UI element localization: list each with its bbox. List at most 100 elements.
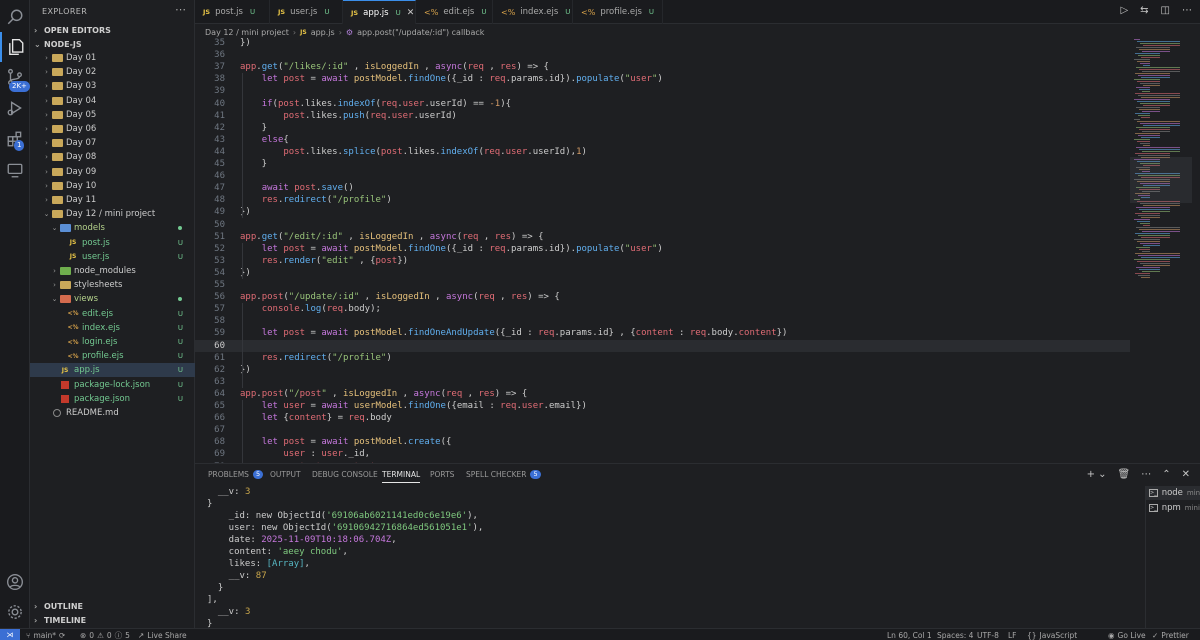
tree-item[interactable]: › Day 01 xyxy=(30,51,195,65)
code-line[interactable]: 39 xyxy=(195,85,1130,97)
terminal-instance[interactable]: >_npmmini... xyxy=(1146,501,1200,515)
code-line[interactable]: 52 let post = await postModel.findOne({_… xyxy=(195,243,1130,255)
tree-item[interactable]: › Day 10 xyxy=(30,179,195,193)
code-line[interactable]: 56 app.post("/update/:id" , isLoggedIn , … xyxy=(195,291,1130,303)
search-icon[interactable] xyxy=(0,2,30,32)
account-icon[interactable] xyxy=(0,567,30,597)
tree-item[interactable]: › Day 03 xyxy=(30,79,195,93)
encoding[interactable]: UTF-8 xyxy=(977,629,999,640)
code-line[interactable]: 67 xyxy=(195,424,1130,436)
breadcrumb-file[interactable]: app.js xyxy=(311,28,335,37)
code-line[interactable]: 36 xyxy=(195,49,1130,61)
tree-item[interactable]: › Day 04 xyxy=(30,94,195,108)
code-line[interactable]: 54}) xyxy=(195,267,1130,279)
workspace-section[interactable]: ⌄ NODE-JS xyxy=(30,37,195,51)
tree-item[interactable]: <% profile.ejs U xyxy=(30,349,195,363)
maximize-panel-icon[interactable]: ⌃ xyxy=(1162,469,1170,480)
kill-terminal-icon[interactable]: 🗑 xyxy=(1118,469,1131,480)
more-icon[interactable]: ⋯ xyxy=(1182,5,1192,16)
editor-scrollbar[interactable] xyxy=(1192,37,1200,463)
code-line[interactable]: 49}) xyxy=(195,206,1130,218)
terminal-output[interactable]: __v: 3} _id: new ObjectId('69106ab602114… xyxy=(195,486,1145,628)
code-line[interactable]: 58 xyxy=(195,315,1130,327)
tab-app-js[interactable]: JS app.js U ✕ xyxy=(343,0,416,24)
tree-item[interactable]: <% edit.ejs U xyxy=(30,307,195,321)
explorer-icon[interactable] xyxy=(0,32,30,62)
open-editors-section[interactable]: › OPEN EDITORS xyxy=(30,23,195,37)
tab-post-js[interactable]: JS post.js U xyxy=(195,0,270,24)
code-line[interactable]: 63 xyxy=(195,376,1130,388)
go-live-button[interactable]: ◉ Go Live xyxy=(1108,629,1146,640)
code-line[interactable]: 41 post.likes.push(req.user.userId) xyxy=(195,110,1130,122)
run-icon[interactable]: ▷ xyxy=(1120,5,1128,16)
remote-indicator-icon[interactable]: ⋊ xyxy=(0,629,20,640)
tree-item[interactable]: package-lock.json U xyxy=(30,378,195,392)
tree-item[interactable]: › Day 07 xyxy=(30,136,195,150)
more-icon[interactable]: ⋯ xyxy=(1141,469,1151,480)
minimap[interactable] xyxy=(1130,37,1192,463)
prettier-indicator[interactable]: ✓ Prettier xyxy=(1152,629,1189,640)
code-editor[interactable]: 35}) 36 37 app.get("/likes/:id" , isLoggedI… xyxy=(195,37,1130,463)
cursor-position[interactable]: Ln 60, Col 1 xyxy=(887,629,932,640)
more-actions-icon[interactable]: ⋯ xyxy=(175,3,186,16)
code-line[interactable]: 44 post.likes.splice(post.likes.indexOf(… xyxy=(195,146,1130,158)
breadcrumb-symbol[interactable]: app.post("/update/:id") callback xyxy=(357,28,484,37)
code-line[interactable]: 47 await post.save() xyxy=(195,182,1130,194)
tree-item[interactable]: › Day 05 xyxy=(30,108,195,122)
code-line[interactable]: 51 app.get("/edit/:id" , isLoggedIn , asy… xyxy=(195,231,1130,243)
code-line[interactable]: 50 xyxy=(195,219,1130,231)
code-line[interactable]: 57 console.log(req.body); xyxy=(195,303,1130,315)
code-line[interactable]: 69 user : user._id, xyxy=(195,448,1130,460)
code-line[interactable]: 60 xyxy=(195,339,1130,352)
code-line[interactable]: 42 } xyxy=(195,122,1130,134)
end-of-line[interactable]: LF xyxy=(1008,629,1017,640)
run-debug-icon[interactable] xyxy=(0,93,30,123)
code-line[interactable]: 61 res.redirect("/profile") xyxy=(195,352,1130,364)
tree-item[interactable]: README.md xyxy=(30,406,195,420)
tree-item[interactable]: › Day 11 xyxy=(30,193,195,207)
code-line[interactable]: 64 app.post("/post" , isLoggedIn , async(… xyxy=(195,388,1130,400)
code-line[interactable]: 53 res.render("edit" , {post}) xyxy=(195,255,1130,267)
tab-user-js[interactable]: JS user.js U xyxy=(270,0,343,24)
code-line[interactable]: 45 } xyxy=(195,158,1130,170)
extensions-icon[interactable]: 1 xyxy=(0,124,30,154)
indentation[interactable]: Spaces: 4 xyxy=(937,629,973,640)
tree-item[interactable]: ⌄ views xyxy=(30,292,195,306)
compare-icon[interactable]: ⇆ xyxy=(1140,5,1148,16)
close-tab-icon[interactable]: ✕ xyxy=(407,8,415,18)
panel-tab-ports[interactable]: PORTS xyxy=(430,470,454,479)
tree-item[interactable]: › stylesheets xyxy=(30,278,195,292)
tab-index-ejs[interactable]: <% index.ejs U xyxy=(493,0,573,24)
outline-section[interactable]: › OUTLINE xyxy=(30,599,195,613)
timeline-section[interactable]: › TIMELINE xyxy=(30,613,195,627)
tab-profile-ejs[interactable]: <% profile.ejs U xyxy=(573,0,663,24)
code-line[interactable]: 48 res.redirect("/profile") xyxy=(195,194,1130,206)
code-line[interactable]: 46 xyxy=(195,170,1130,182)
panel-tab-debug-console[interactable]: DEBUG CONSOLE xyxy=(312,470,378,479)
code-line[interactable]: 37 app.get("/likes/:id" , isLoggedIn , as… xyxy=(195,61,1130,73)
code-line[interactable]: 59 let post = await postModel.findOneAnd… xyxy=(195,327,1130,339)
live-share-button[interactable]: ↗ Live Share xyxy=(138,629,187,640)
remote-explorer-icon[interactable] xyxy=(0,155,30,185)
language-mode[interactable]: {} JavaScript xyxy=(1027,629,1077,640)
panel-tab-spell-checker[interactable]: SPELL CHECKER 5 xyxy=(466,470,541,479)
code-line[interactable]: 62}) xyxy=(195,364,1130,376)
manage-gear-icon[interactable] xyxy=(0,597,30,627)
panel-tab-output[interactable]: OUTPUT xyxy=(270,470,301,479)
tree-item[interactable]: › node_modules xyxy=(30,264,195,278)
tree-item[interactable]: JS post.js U xyxy=(30,236,195,250)
tree-item[interactable]: › Day 02 xyxy=(30,65,195,79)
tree-item[interactable]: package.json U xyxy=(30,392,195,406)
tree-item[interactable]: ⌄ Day 12 / mini project xyxy=(30,207,195,221)
panel-tab-terminal[interactable]: TERMINAL xyxy=(382,470,421,483)
tree-item[interactable]: › Day 09 xyxy=(30,165,195,179)
tree-item[interactable]: JS app.js U xyxy=(30,363,195,378)
tab-edit-ejs[interactable]: <% edit.ejs U xyxy=(416,0,493,24)
tree-item[interactable]: › Day 08 xyxy=(30,150,195,164)
code-line[interactable]: 35}) xyxy=(195,37,1130,49)
code-line[interactable]: 40 if(post.likes.indexOf(req.user.userId… xyxy=(195,98,1130,110)
branch-indicator[interactable]: ⑂ main* ⟳ xyxy=(26,629,65,640)
terminal-instance[interactable]: >_nodemini... xyxy=(1146,486,1200,500)
code-line[interactable]: 38 let post = await postModel.findOne({_… xyxy=(195,73,1130,85)
breadcrumb-folder[interactable]: Day 12 / mini project xyxy=(205,28,289,37)
